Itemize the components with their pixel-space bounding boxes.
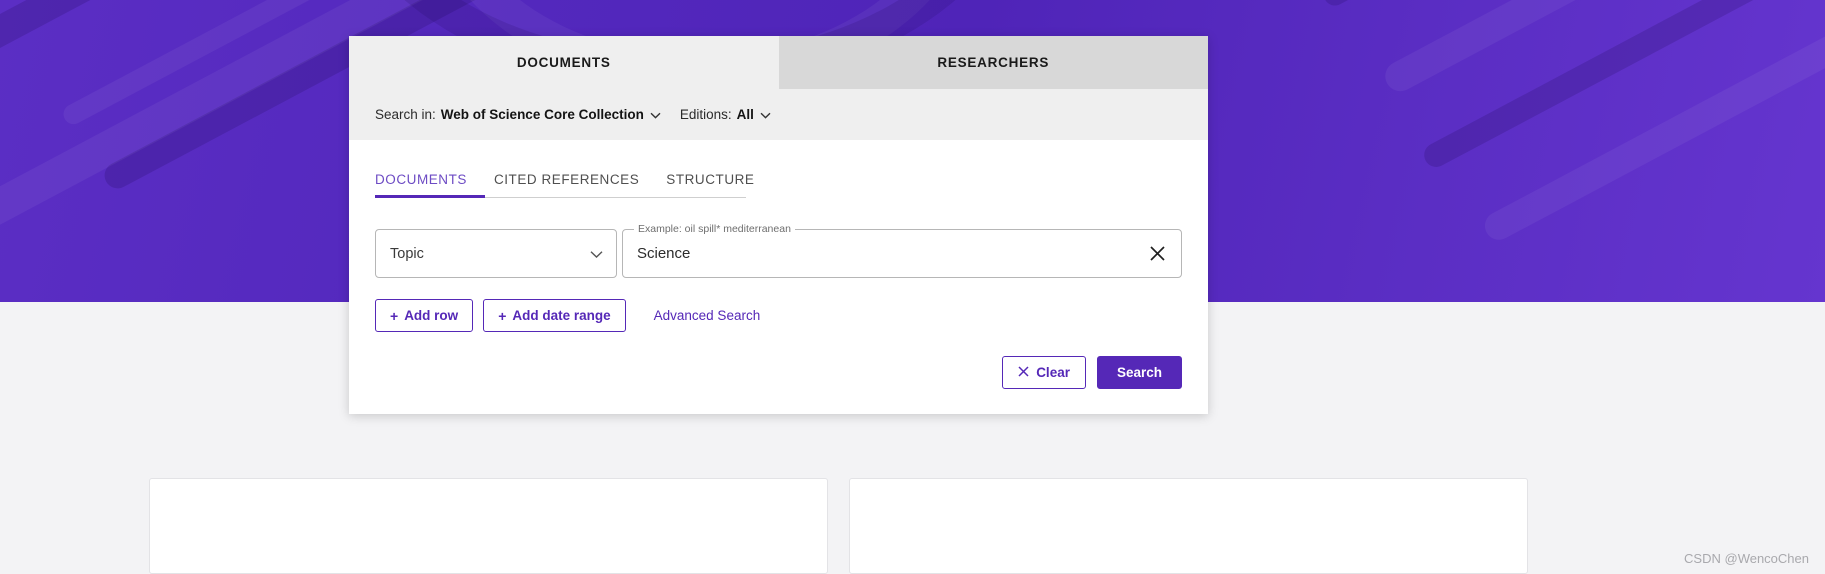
inner-tab-cited-references[interactable]: CITED REFERENCES xyxy=(494,172,639,198)
query-action-row: + Add row + Add date range Advanced Sear… xyxy=(375,299,1182,332)
inner-tab-documents-label: DOCUMENTS xyxy=(375,172,467,187)
search-query-legend: Example: oil spill* mediterranean xyxy=(634,223,795,235)
chevron-down-icon[interactable] xyxy=(590,246,603,261)
query-row: Topic Example: oil spill* mediterranean … xyxy=(375,223,1182,278)
outer-tab-documents-label: DOCUMENTS xyxy=(516,55,611,70)
outer-tab-documents[interactable]: DOCUMENTS xyxy=(349,36,779,89)
plus-icon: + xyxy=(390,307,399,324)
search-in-label: Search in: xyxy=(375,107,436,122)
inner-tab-bar: DOCUMENTS CITED REFERENCES STRUCTURE xyxy=(375,140,1182,198)
inner-tab-structure[interactable]: STRUCTURE xyxy=(666,172,754,198)
search-query-value: Science xyxy=(637,245,691,262)
clear-button-label: Clear xyxy=(1036,365,1070,380)
field-type-select-value: Topic xyxy=(390,245,424,262)
close-icon[interactable] xyxy=(1147,244,1167,264)
outer-tab-researchers[interactable]: RESEARCHERS xyxy=(778,36,1208,89)
advanced-search-link-label: Advanced Search xyxy=(653,308,761,323)
clear-button[interactable]: Clear xyxy=(1002,356,1086,389)
field-type-select[interactable]: Topic xyxy=(375,229,617,278)
result-placeholder-card-2 xyxy=(849,478,1528,574)
search-in-collection-value[interactable]: Web of Science Core Collection xyxy=(441,107,644,122)
add-date-range-button-label: Add date range xyxy=(512,308,611,323)
search-card-body: DOCUMENTS CITED REFERENCES STRUCTURE Top… xyxy=(349,140,1208,414)
add-row-button[interactable]: + Add row xyxy=(375,299,474,332)
inner-tab-active-underline xyxy=(375,195,485,198)
outer-tab-researchers-label: RESEARCHERS xyxy=(937,55,1050,70)
outer-tab-bar: DOCUMENTS RESEARCHERS xyxy=(349,36,1208,89)
search-query-field[interactable]: Example: oil spill* mediterranean Scienc… xyxy=(622,223,1182,278)
add-row-button-label: Add row xyxy=(404,308,459,323)
add-date-range-button[interactable]: + Add date range xyxy=(483,299,626,332)
inner-tab-cited-references-label: CITED REFERENCES xyxy=(493,172,640,187)
watermark: CSDN @WencoChen xyxy=(1684,551,1809,566)
editions-label: Editions: xyxy=(679,107,732,122)
search-in-bar: Search in: Web of Science Core Collectio… xyxy=(349,89,1208,140)
editions-value[interactable]: All xyxy=(737,107,754,122)
search-footer-actions: Clear Search xyxy=(1002,356,1182,389)
close-icon xyxy=(1018,365,1029,380)
result-placeholder-card-1 xyxy=(149,478,828,574)
chevron-down-icon[interactable] xyxy=(650,108,661,122)
search-button[interactable]: Search xyxy=(1096,356,1182,389)
advanced-search-link[interactable]: Advanced Search xyxy=(648,307,767,324)
plus-icon: + xyxy=(498,307,507,324)
inner-tab-structure-label: STRUCTURE xyxy=(666,172,755,187)
search-card: DOCUMENTS RESEARCHERS Search in: Web of … xyxy=(349,36,1208,414)
editions-chevron-down-icon[interactable] xyxy=(760,108,771,122)
search-button-label: Search xyxy=(1116,365,1162,380)
